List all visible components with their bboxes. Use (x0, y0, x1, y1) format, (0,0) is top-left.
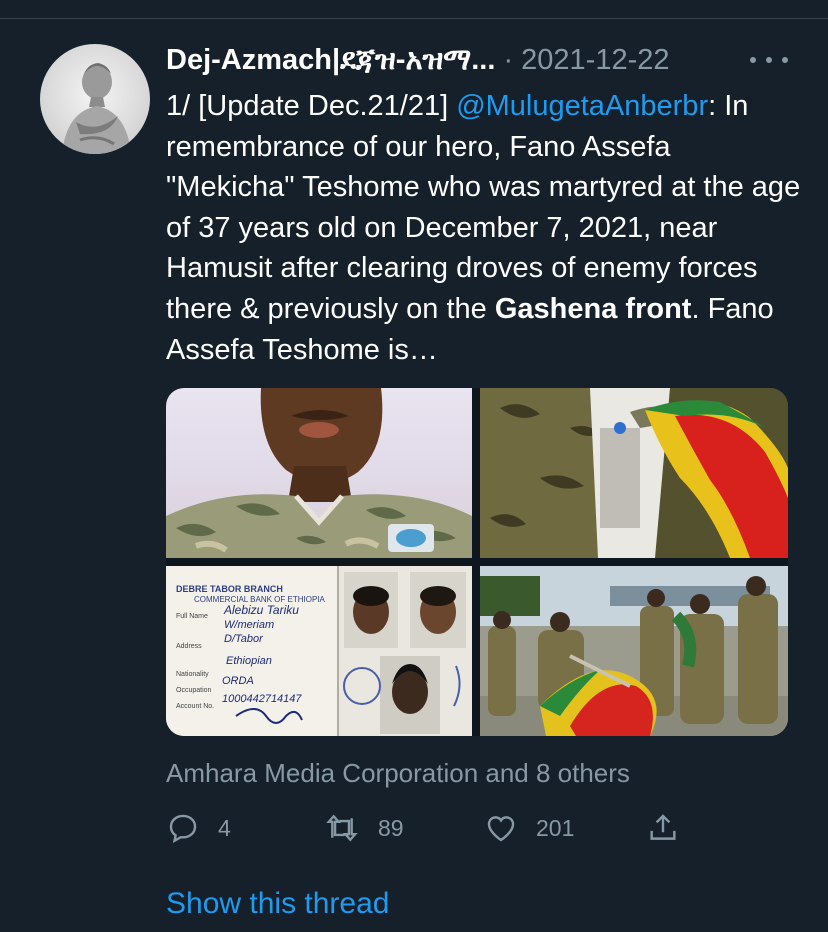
photo-bank-document[interactable]: DEBRE TABOR BRANCH COMMERCIAL BANK OF ET… (166, 566, 472, 736)
tweet-actions: 4 89 201 (166, 808, 786, 848)
reply-icon (169, 814, 197, 844)
photo-soldiers-group[interactable] (480, 566, 788, 736)
like-count: 201 (536, 814, 575, 841)
photo-portrait-graphic (166, 388, 472, 558)
photo-portrait[interactable] (166, 388, 472, 558)
photo-flag-soldier-graphic (480, 388, 788, 558)
doc-occupation-label: Occupation (176, 687, 212, 694)
photo-bank-document-graphic: DEBRE TABOR BRANCH COMMERCIAL BANK OF ET… (166, 566, 472, 736)
tweet-text-bold: Gashena front (494, 292, 692, 325)
doc-address: D/Tabor (224, 633, 264, 645)
retweet-button[interactable]: 89 (324, 808, 404, 848)
doc-account: 1000442714147 (222, 693, 302, 705)
retweet-icon (326, 814, 358, 842)
tweet-header: Dej-Azmach|ደጃዝ-አዝማ... · 2021-12-22 (166, 42, 726, 78)
like-icon (487, 816, 515, 842)
reply-button[interactable]: 4 (166, 808, 231, 848)
doc-fullname-label: Full Name (176, 613, 208, 620)
show-thread-link[interactable]: Show this thread (166, 886, 389, 922)
author-name[interactable]: Dej-Azmach|ደጃዝ-አዝማ... (166, 44, 495, 76)
like-button[interactable]: 201 (484, 808, 574, 848)
tweet-text: 1/ [Update Dec.21/21] @MulugetaAnberbr: … (166, 86, 806, 370)
tweet-date[interactable]: 2021-12-22 (521, 44, 669, 76)
photo-flag-soldier[interactable] (480, 388, 788, 558)
share-button[interactable] (646, 808, 680, 848)
tweet-text-prefix: 1/ [Update Dec.21/21] (166, 90, 457, 122)
retweet-count: 89 (378, 814, 404, 841)
share-icon (650, 814, 676, 840)
doc-fullname-2: W/meriam (224, 619, 274, 631)
bust-image (62, 63, 131, 154)
avatar[interactable] (40, 44, 150, 154)
doc-fullname: Alebizu Tariku (223, 603, 299, 617)
photo-soldiers-group-graphic (480, 566, 788, 736)
separator: · (495, 44, 522, 76)
doc-address-label: Address (176, 643, 202, 650)
doc-account-label: Account No. (176, 703, 214, 710)
doc-nationality: Ethiopian (226, 655, 272, 667)
reply-count: 4 (218, 814, 231, 841)
media-attribution[interactable]: Amhara Media Corporation and 8 others (166, 756, 630, 790)
doc-nationality-label: Nationality (176, 671, 209, 678)
more-icon[interactable] (750, 50, 788, 70)
doc-occupation: ORDA (222, 675, 254, 687)
tweet-text-main: : In remembrance of our hero, Fano Assef… (166, 90, 801, 325)
media-grid: DEBRE TABOR BRANCH COMMERCIAL BANK OF ET… (166, 388, 788, 736)
top-divider (0, 18, 828, 19)
doc-branch: DEBRE TABOR BRANCH (176, 584, 283, 594)
mention-link[interactable]: @MulugetaAnberbr (456, 90, 708, 122)
